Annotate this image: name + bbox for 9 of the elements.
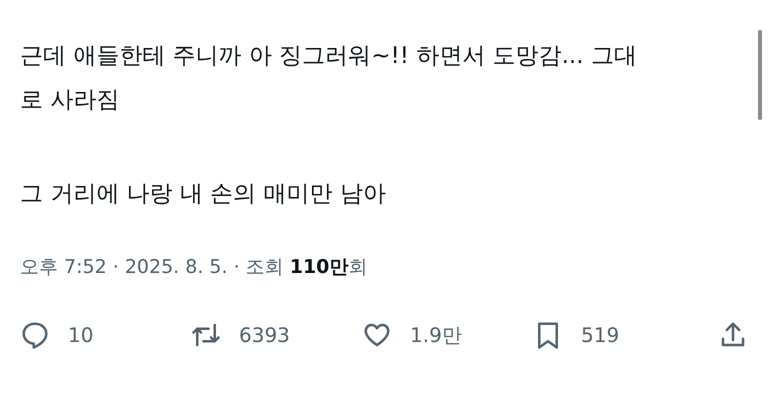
post-meta: 오후 7:52 · 2025. 8. 5. · 조회 110만회 bbox=[20, 255, 368, 280]
post-text: 그 거리에 나랑 내 손의 매미만 남아 bbox=[20, 180, 387, 209]
scrollbar[interactable] bbox=[758, 30, 762, 120]
reply-icon[interactable] bbox=[20, 320, 50, 350]
reply-count: 10 bbox=[68, 323, 94, 347]
post-text: 근데 애들한테 주니까 아 징그러워~!! 하면서 도망감... 그대로 사라짐 bbox=[20, 42, 638, 115]
like-count: 1.9만 bbox=[410, 322, 462, 348]
repost-count: 6393 bbox=[239, 323, 290, 347]
bookmark-count: 519 bbox=[581, 323, 620, 347]
